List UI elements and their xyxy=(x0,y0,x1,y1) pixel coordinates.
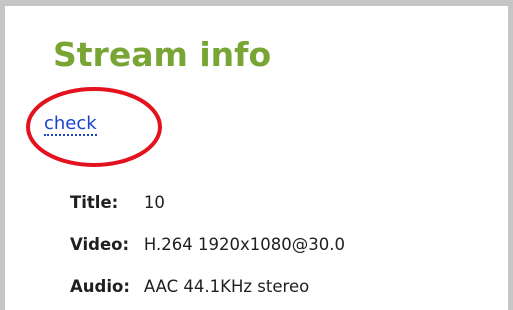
audio-value: AAC 44.1KHz stereo xyxy=(143,276,310,296)
info-row-video: Video: H.264 1920x1080@30.0 xyxy=(70,223,345,265)
video-value: H.264 1920x1080@30.0 xyxy=(143,234,346,254)
title-value: 10 xyxy=(143,192,165,212)
stream-info-panel: Stream info check Title: 10 Video: H.264… xyxy=(0,0,513,310)
info-row-audio: Audio: AAC 44.1KHz stereo xyxy=(70,265,345,307)
stream-info-table: Title: 10 Video: H.264 1920x1080@30.0 Au… xyxy=(70,181,345,307)
video-label: Video: xyxy=(70,234,130,254)
audio-label: Audio: xyxy=(70,276,130,296)
panel-title: Stream info xyxy=(53,35,272,74)
info-row-title: Title: 10 xyxy=(70,181,345,223)
check-link[interactable]: check xyxy=(44,115,97,136)
title-label: Title: xyxy=(70,192,119,212)
